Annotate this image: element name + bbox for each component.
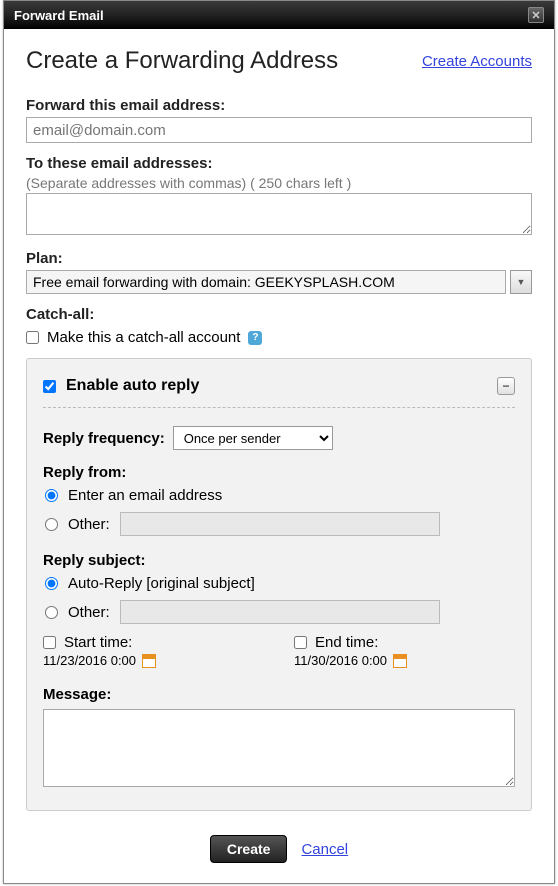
- plan-label: Plan:: [26, 250, 532, 267]
- reply-from-label: Reply from:: [43, 464, 515, 481]
- end-time-value-row: 11/30/2016 0:00: [294, 653, 515, 668]
- reply-from-opt1-row: Enter an email address: [43, 487, 515, 504]
- header-row: Create a Forwarding Address Create Accou…: [26, 47, 532, 75]
- reply-subject-opt1-row: Auto-Reply [original subject]: [43, 575, 515, 592]
- window-title: Forward Email: [14, 8, 104, 23]
- end-time-value: 11/30/2016 0:00: [294, 653, 387, 668]
- chevron-down-icon[interactable]: ▼: [510, 270, 532, 294]
- catchall-checkbox-label: Make this a catch-all account: [47, 329, 240, 346]
- titlebar: Forward Email ✕: [4, 1, 554, 29]
- reply-subject-radio-2[interactable]: [45, 606, 58, 619]
- end-time-col: End time: 11/30/2016 0:00: [294, 634, 515, 668]
- reply-frequency-select[interactable]: Once per sender: [173, 426, 333, 450]
- message-input[interactable]: [43, 709, 515, 787]
- create-accounts-link[interactable]: Create Accounts: [422, 53, 532, 70]
- start-time-header: Start time:: [43, 634, 264, 651]
- page-title: Create a Forwarding Address: [26, 47, 338, 75]
- reply-from-opt2-row: Other:: [43, 512, 515, 536]
- divider: [43, 407, 515, 408]
- end-time-header: End time:: [294, 634, 515, 651]
- start-time-col: Start time: 11/23/2016 0:00: [43, 634, 264, 668]
- enable-auto-reply-checkbox[interactable]: [43, 380, 56, 393]
- start-time-label: Start time:: [64, 634, 132, 651]
- calendar-icon[interactable]: [142, 654, 156, 668]
- reply-from-opt1-label: Enter an email address: [68, 487, 222, 504]
- reply-subject-other-input[interactable]: [120, 600, 440, 624]
- collapse-icon[interactable]: −: [497, 377, 515, 395]
- start-time-checkbox[interactable]: [43, 636, 56, 649]
- reply-from-radio-1[interactable]: [45, 489, 58, 502]
- date-row: Start time: 11/23/2016 0:00 End time: 11…: [43, 634, 515, 668]
- catchall-checkbox[interactable]: [26, 331, 39, 344]
- catchall-row: Make this a catch-all account ?: [26, 329, 532, 346]
- reply-subject-opt2-row: Other:: [43, 600, 515, 624]
- forward-from-input[interactable]: [26, 117, 532, 143]
- reply-from-other-input[interactable]: [120, 512, 440, 536]
- help-icon[interactable]: ?: [248, 331, 262, 345]
- start-time-value-row: 11/23/2016 0:00: [43, 653, 264, 668]
- start-time-value: 11/23/2016 0:00: [43, 653, 136, 668]
- message-label: Message:: [43, 686, 515, 703]
- enable-auto-reply-label: Enable auto reply: [66, 377, 199, 395]
- reply-frequency-row: Reply frequency: Once per sender: [43, 426, 515, 450]
- forward-to-label: To these email addresses:: [26, 155, 532, 172]
- content-area: Create a Forwarding Address Create Accou…: [4, 29, 554, 811]
- end-time-checkbox[interactable]: [294, 636, 307, 649]
- auto-reply-panel: Enable auto reply − Reply frequency: Onc…: [26, 358, 532, 811]
- plan-select-row: Free email forwarding with domain: GEEKY…: [26, 270, 532, 294]
- catchall-label: Catch-all:: [26, 306, 532, 323]
- reply-subject-opt2-label: Other:: [68, 604, 110, 621]
- create-button[interactable]: Create: [210, 835, 288, 863]
- cancel-link[interactable]: Cancel: [301, 841, 348, 858]
- forward-to-hint: (Separate addresses with commas) ( 250 c…: [26, 175, 532, 191]
- end-time-label: End time:: [315, 634, 378, 651]
- footer: Create Cancel: [4, 835, 554, 863]
- plan-select[interactable]: Free email forwarding with domain: GEEKY…: [26, 270, 506, 294]
- reply-subject-radio-1[interactable]: [45, 577, 58, 590]
- forward-from-label: Forward this email address:: [26, 97, 532, 114]
- calendar-icon[interactable]: [393, 654, 407, 668]
- reply-from-opt2-label: Other:: [68, 516, 110, 533]
- forward-to-input[interactable]: [26, 193, 532, 235]
- reply-subject-label: Reply subject:: [43, 552, 515, 569]
- forward-email-modal: Forward Email ✕ Create a Forwarding Addr…: [3, 0, 555, 884]
- close-icon[interactable]: ✕: [528, 7, 544, 23]
- reply-from-radio-2[interactable]: [45, 518, 58, 531]
- panel-header: Enable auto reply −: [43, 377, 515, 395]
- panel-title-row: Enable auto reply: [43, 377, 199, 395]
- reply-frequency-label: Reply frequency:: [43, 430, 165, 447]
- reply-subject-opt1-label: Auto-Reply [original subject]: [68, 575, 255, 592]
